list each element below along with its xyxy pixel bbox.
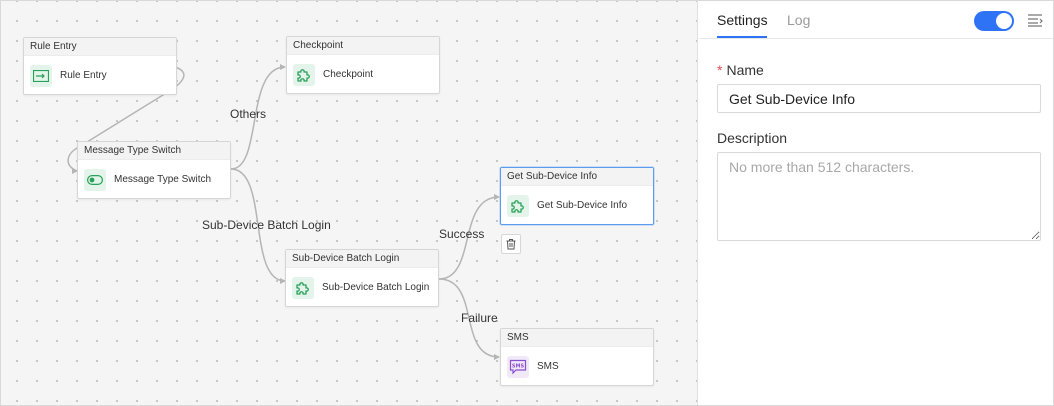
node-label: Checkpoint [323, 69, 374, 80]
node-label: Get Sub-Device Info [537, 200, 628, 211]
node-sms[interactable]: SMS SMS SMS [500, 328, 654, 386]
active-tab-indicator [717, 36, 767, 38]
rule-editor: Rule Entry Rule Entry Checkpoint Checkpo… [0, 0, 1054, 406]
sms-icon: SMS [507, 355, 529, 378]
node-label: Rule Entry [60, 70, 107, 81]
node-label: Message Type Switch [114, 174, 212, 185]
node-message-type-switch[interactable]: Message Type Switch Message Type Switch [77, 141, 231, 199]
puzzle-icon [507, 194, 529, 217]
node-label: SMS [537, 361, 559, 372]
trash-icon [506, 239, 516, 250]
flow-canvas[interactable]: Rule Entry Rule Entry Checkpoint Checkpo… [1, 1, 698, 405]
node-title: Sub-Device Batch Login [286, 250, 438, 268]
edge-label-others: Others [230, 107, 267, 121]
switch-icon [84, 168, 106, 191]
name-label-text: Name [726, 62, 764, 78]
node-title: SMS [501, 329, 653, 347]
node-rule-entry[interactable]: Rule Entry Rule Entry [23, 37, 177, 95]
node-title: Message Type Switch [78, 142, 230, 160]
collapse-panel-icon[interactable] [1027, 13, 1043, 27]
node-title: Rule Entry [24, 38, 176, 56]
node-get-sub-device-info[interactable]: Get Sub-Device Info Get Sub-Device Info [500, 167, 654, 225]
puzzle-icon [292, 276, 314, 299]
edge-label-batch-login: Sub-Device Batch Login [202, 218, 331, 232]
puzzle-icon [293, 63, 315, 86]
node-enable-toggle[interactable] [974, 11, 1014, 31]
svg-text:SMS: SMS [512, 363, 525, 369]
tab-settings[interactable]: Settings [717, 12, 768, 28]
description-textarea[interactable] [717, 152, 1041, 241]
name-field-label: * Name [717, 62, 764, 78]
node-title: Get Sub-Device Info [501, 168, 653, 186]
settings-panel: Settings Log *Name Description [699, 1, 1053, 405]
required-mark: * [717, 62, 723, 78]
name-input[interactable] [717, 84, 1041, 113]
toggle-knob [996, 13, 1012, 29]
edge-label-failure: Failure [461, 311, 498, 325]
tab-log[interactable]: Log [787, 12, 810, 28]
description-label: Description [717, 130, 788, 146]
node-sub-device-batch-login[interactable]: Sub-Device Batch Login Sub-Device Batch … [285, 249, 439, 307]
panel-tabs: Settings Log [699, 1, 1053, 39]
node-title: Checkpoint [287, 37, 439, 55]
node-label: Sub-Device Batch Login [322, 282, 430, 293]
node-checkpoint[interactable]: Checkpoint Checkpoint [286, 36, 440, 94]
rule-entry-icon [30, 64, 52, 87]
delete-node-button[interactable] [501, 234, 521, 254]
edge-label-success: Success [439, 227, 485, 241]
